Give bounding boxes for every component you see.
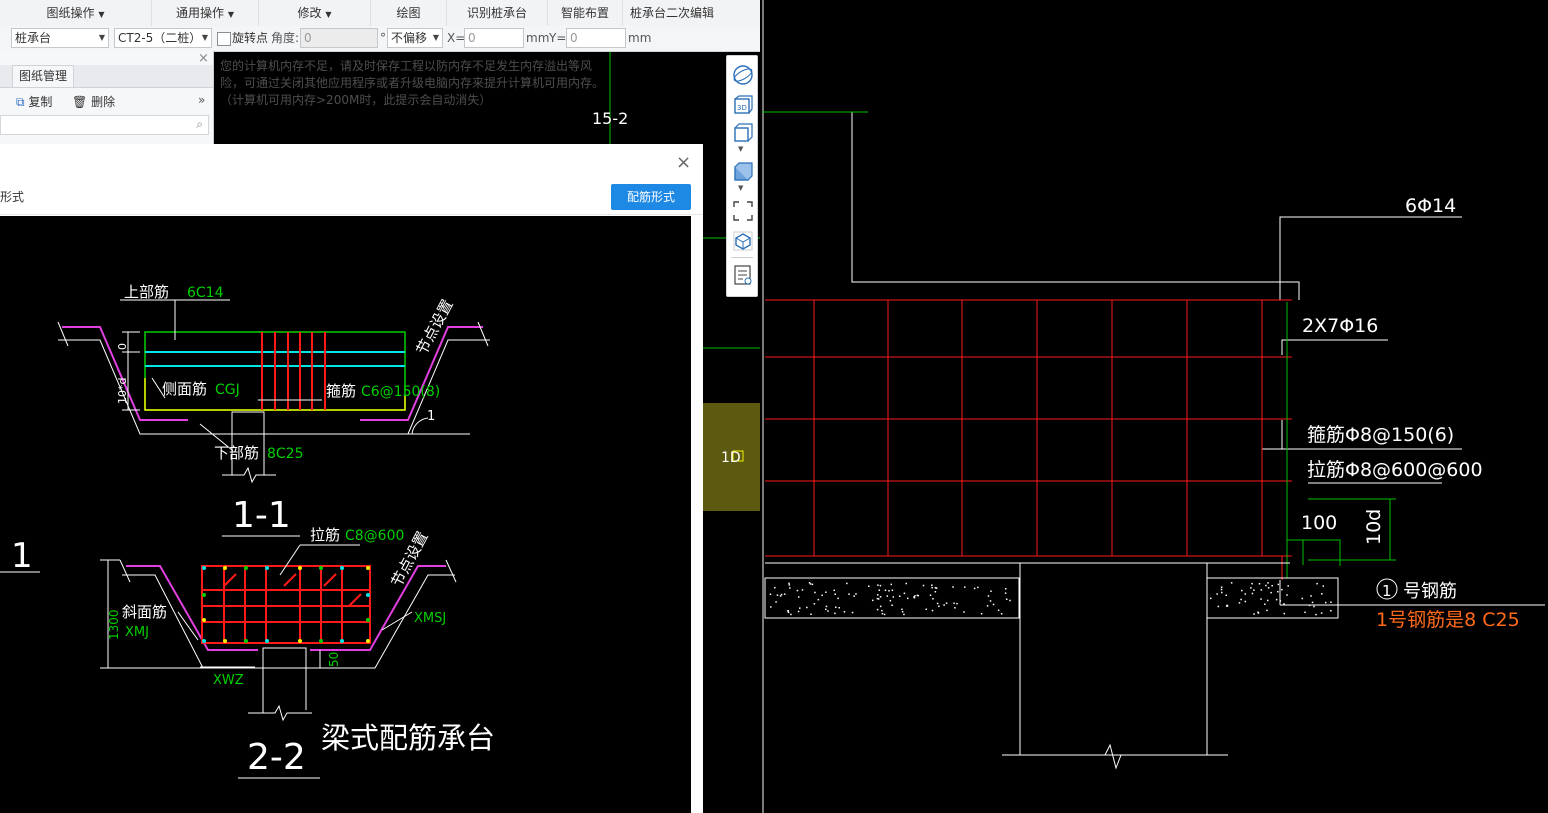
view-3d-icon[interactable]: 3D <box>732 94 754 116</box>
dialog-title: 形式 <box>0 190 25 204</box>
s22-dim-50: 50 <box>327 652 341 667</box>
search-input[interactable]: ⌕ <box>0 115 209 135</box>
reinforcement-form-button[interactable]: 配筋形式 <box>611 184 691 210</box>
offset-select[interactable]: 不偏移 ▼ <box>387 28 443 48</box>
s22-dim-height: 1300 <box>107 609 121 640</box>
component-type-select[interactable]: 桩承台 ▼ <box>11 28 109 48</box>
s11-top-bar-label: 上部筋 <box>124 283 169 301</box>
angle-label: 角度: <box>271 31 300 45</box>
s11-slope: 1 <box>427 409 435 424</box>
view-toolbar: 3D ▼ ▼ <box>726 55 758 297</box>
component-name-select[interactable]: CT2-5（二桩） ▼ <box>114 28 212 48</box>
partial-section-title: 1 <box>11 536 33 576</box>
box-view-icon[interactable] <box>732 122 754 144</box>
panel-close-icon[interactable]: × <box>198 51 209 66</box>
stirrup-label: 箍筋Φ8@150(6) <box>1307 424 1454 446</box>
s11-dim-top: 0 <box>116 343 129 350</box>
more-icon[interactable]: » <box>198 93 205 107</box>
s22-tie-label: 拉筋 <box>310 526 340 544</box>
rotate-point-label: 旋转点 <box>232 31 269 45</box>
s22-slant-value: XMJ <box>125 625 149 640</box>
degree-unit: ° <box>380 31 386 45</box>
copy-icon: ⧉ <box>16 95 25 109</box>
x-unit: mm <box>526 31 550 45</box>
menu-modify[interactable]: 修改 ▼ <box>259 0 371 26</box>
delete-button[interactable]: 🗑 删除 <box>72 93 120 111</box>
menu-identify-pilecap[interactable]: 识别桩承台 <box>447 0 548 26</box>
menu-pilecap-edit[interactable]: 桩承台二次编辑 <box>623 0 721 26</box>
s11-bottom-bar-value: 8C25 <box>267 446 304 462</box>
s11-title: 1-1 <box>232 495 291 536</box>
y-unit: mm <box>628 31 652 45</box>
s11-bottom-bar-label: 下部筋 <box>214 444 259 462</box>
dim-10d: 10d <box>1363 509 1385 545</box>
chevron-down-icon: ▼ <box>98 33 105 42</box>
x-label: X= <box>447 31 466 45</box>
dialog-close-icon[interactable]: × <box>676 152 691 173</box>
bar-spec: 1号钢筋是8 C25 <box>1376 609 1520 631</box>
menu-draw[interactable]: 绘图 <box>371 0 447 26</box>
trash-icon: 🗑 <box>72 95 88 109</box>
s22-xmsj: XMSJ <box>414 611 446 626</box>
y-input[interactable]: 0 <box>566 28 626 48</box>
report-icon[interactable] <box>732 264 754 286</box>
property-toolbar: 桩承台 ▼ CT2-5（二桩） ▼ 旋转点 角度: 0 ° 不偏移 ▼ X= 0 mm… <box>0 26 760 52</box>
fullscreen-icon[interactable] <box>732 200 754 222</box>
menu-smart-layout[interactable]: 智能布置 <box>548 0 623 26</box>
s22-caption: 梁式配筋承台 <box>321 721 495 755</box>
dim-100: 100 <box>1301 512 1337 534</box>
cad-drawing-right[interactable]: 6Φ14 2X7Φ16 箍筋Φ8@150(6) 拉筋Φ8@600@600 100… <box>762 0 1548 813</box>
s11-side-bar-value: CGJ <box>215 382 240 398</box>
s11-stirrup-value: C6@150(8) <box>361 384 440 400</box>
rotate-point-checkbox[interactable] <box>217 32 231 46</box>
s22-slant-label: 斜面筋 <box>122 603 167 621</box>
side-bar-label: 2X7Φ16 <box>1302 315 1378 337</box>
y-label: Y= <box>549 31 567 45</box>
tab-drawing-management[interactable]: 图纸管理 <box>12 65 74 87</box>
component-view-icon[interactable] <box>732 230 754 252</box>
search-icon[interactable]: ⌕ <box>196 117 203 132</box>
copy-button[interactable]: ⧉ 复制 <box>16 93 60 111</box>
chevron-down-icon: ▼ <box>201 33 208 42</box>
s22-title: 2-2 <box>247 737 306 778</box>
angle-input[interactable]: 0 <box>300 28 378 48</box>
bar-number: 1 <box>1382 582 1392 600</box>
menu-bar: 图纸操作 ▼ 通用操作 ▼ 修改 ▼ 绘图 识别桩承台 智能布置 桩承台二次编辑 <box>0 0 760 27</box>
s11-top-bar-value: 6C14 <box>187 285 224 301</box>
s11-dim-side: 10*d <box>116 378 129 404</box>
svg-text:3D: 3D <box>737 104 747 112</box>
pilecap-section-drawing[interactable]: 0 10*d 上部筋 6C14 侧面筋 CGJ 箍筋 C6@150(8) 节点设… <box>0 216 691 813</box>
tie-label: 拉筋Φ8@600@600 <box>1307 459 1483 481</box>
chevron-down-icon[interactable]: ▼ <box>738 145 743 153</box>
memory-warning: 您的计算机内存不足，请及时保存工程以防内存不足发生内存溢出等风险，可通过关闭其他… <box>220 59 605 107</box>
top-bar-label: 6Φ14 <box>1405 195 1456 217</box>
menu-general-ops[interactable]: 通用操作 ▼ <box>152 0 259 26</box>
orbit-icon[interactable] <box>732 64 754 86</box>
side-panel: × 图纸管理 ⧉ 复制 🗑 删除 » ⌕ <box>0 51 214 145</box>
chevron-down-icon: ▼ <box>432 33 439 42</box>
s22-xwz: XWZ <box>213 673 244 688</box>
solid-view-icon[interactable] <box>732 161 754 183</box>
s22-tie-value: C8@600 <box>345 528 404 544</box>
axis-label: 15-2 <box>592 109 628 128</box>
marker-label: 1D <box>721 450 741 466</box>
x-input[interactable]: 0 <box>464 28 524 48</box>
chevron-down-icon[interactable]: ▼ <box>738 184 743 192</box>
menu-drawing-ops[interactable]: 图纸操作 ▼ <box>0 0 152 26</box>
s11-stirrup-label: 箍筋 <box>326 382 356 400</box>
s11-side-bar-label: 侧面筋 <box>162 380 207 398</box>
bar-label: 号钢筋 <box>1403 581 1457 602</box>
